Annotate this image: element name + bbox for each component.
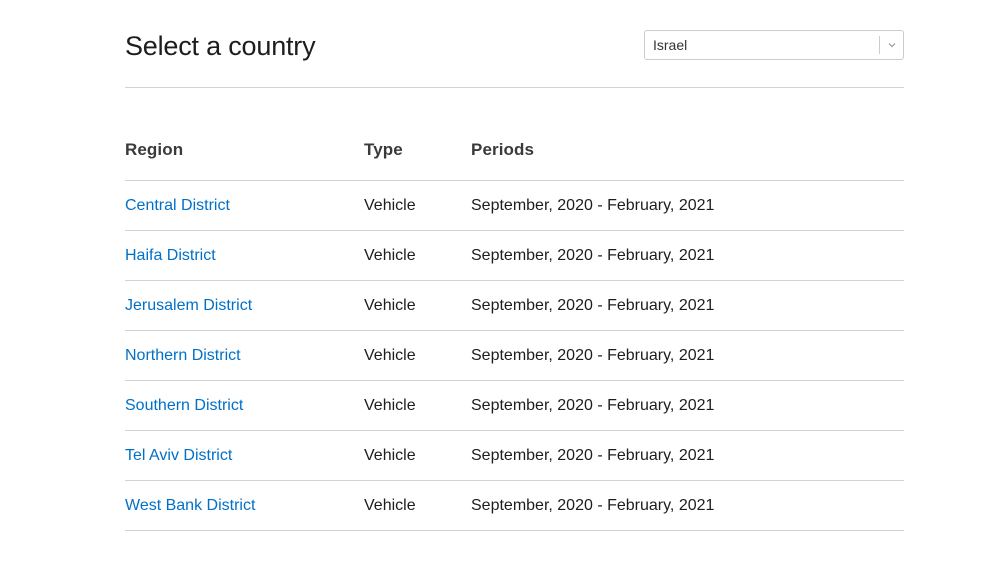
type-cell: Vehicle [364, 496, 416, 514]
table-header: Region Type Periods [125, 120, 904, 181]
table-row: Southern District Vehicle September, 202… [125, 381, 904, 431]
region-link[interactable]: Northern District [125, 347, 364, 365]
page-title: Select a country [125, 31, 316, 61]
region-link[interactable]: West Bank District [125, 497, 364, 515]
table-row: Northern District Vehicle September, 202… [125, 331, 904, 381]
periods-cell: September, 2020 - February, 2021 [471, 396, 715, 414]
page-header: Select a country Israel [125, 0, 904, 88]
type-cell: Vehicle [364, 446, 416, 464]
type-cell: Vehicle [364, 196, 416, 214]
column-header-type: Type [364, 140, 403, 159]
column-header-periods: Periods [471, 140, 535, 159]
column-header-region: Region [125, 140, 184, 159]
periods-cell: September, 2020 - February, 2021 [471, 296, 715, 314]
table-row: Tel Aviv District Vehicle September, 202… [125, 431, 904, 481]
periods-cell: September, 2020 - February, 2021 [471, 246, 715, 264]
table-row: Central District Vehicle September, 2020… [125, 181, 904, 231]
type-cell: Vehicle [364, 246, 416, 264]
table-row: West Bank District Vehicle September, 20… [125, 481, 904, 531]
chevron-down-icon[interactable] [880, 31, 903, 59]
region-link[interactable]: Jerusalem District [125, 297, 364, 315]
country-select[interactable]: Israel [644, 30, 904, 60]
table-row: Haifa District Vehicle September, 2020 -… [125, 231, 904, 281]
country-select-value: Israel [653, 37, 688, 53]
periods-cell: September, 2020 - February, 2021 [471, 346, 715, 364]
type-cell: Vehicle [364, 296, 416, 314]
type-cell: Vehicle [364, 396, 416, 414]
periods-cell: September, 2020 - February, 2021 [471, 196, 715, 214]
regions-table: Region Type Periods Central District Veh… [125, 120, 904, 531]
periods-cell: September, 2020 - February, 2021 [471, 446, 715, 464]
region-link[interactable]: Southern District [125, 397, 364, 415]
region-link[interactable]: Haifa District [125, 247, 364, 265]
page: Select a country Israel Region Type Peri… [0, 0, 986, 571]
table-row: Jerusalem District Vehicle September, 20… [125, 281, 904, 331]
region-link[interactable]: Tel Aviv District [125, 447, 364, 465]
region-link[interactable]: Central District [125, 197, 364, 215]
periods-cell: September, 2020 - February, 2021 [471, 496, 715, 514]
type-cell: Vehicle [364, 346, 416, 364]
